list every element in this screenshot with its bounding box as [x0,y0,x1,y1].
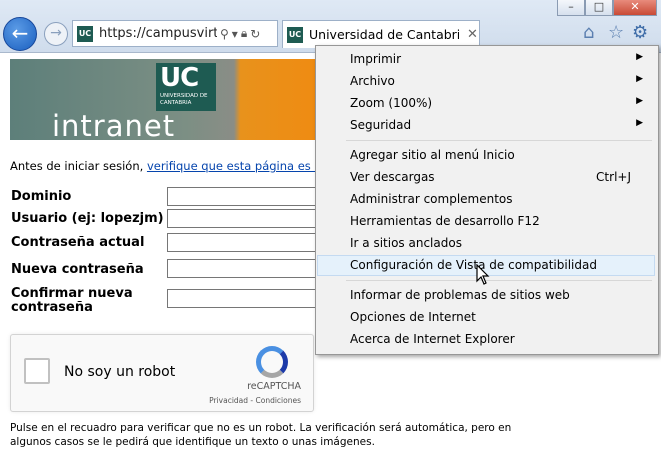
domain-label: Dominio [11,189,72,204]
browser-tab[interactable]: UC Universidad de Cantabria - ... ✕ [282,20,480,48]
menu-separator [346,280,652,281]
menu-item-informar-problemas[interactable]: Informar de problemas de sitios web [317,285,655,306]
forward-button[interactable]: → [44,22,68,46]
home-icon[interactable]: ⌂ [583,22,594,43]
menu-item-acerca-de[interactable]: Acerca de Internet Explorer [317,329,655,350]
gear-icon[interactable]: ⚙ [632,22,648,43]
new-password-label: Nueva contraseña [11,262,144,277]
domain-select[interactable] [167,187,317,206]
confirm-password-label: Confirmar nueva [11,286,133,301]
recaptcha-brand: reCAPTCHA [247,381,301,392]
menu-item-imprimir[interactable]: Imprimir ▶ [317,49,655,70]
close-button[interactable]: ✕ [613,0,657,16]
refresh-icon[interactable]: ↻ [250,27,260,41]
recaptcha-label: No soy un robot [64,364,176,380]
menu-item-ver-descargas[interactable]: Ver descargas Ctrl+J [317,167,655,188]
confirm-password-label-line2: contraseña [11,300,93,315]
menu-item-archivo[interactable]: Archivo ▶ [317,71,655,92]
recaptcha-note: Pulse en el recuadro para verificar que … [10,422,512,448]
banner-title: intranet [52,109,176,140]
verify-link[interactable]: verifique que esta página es la [147,159,325,173]
address-bar[interactable]: UC https://campusvirt... ⚲ ▾ 🔒︎ ↻ [72,20,278,47]
submenu-arrow-icon: ▶ [636,96,643,106]
menu-item-zoom[interactable]: Zoom (100%) ▶ [317,93,655,114]
confirm-password-input[interactable] [167,289,317,308]
dropdown-icon[interactable]: ▾ [232,27,238,41]
tools-menu: Imprimir ▶ Archivo ▶ Zoom (100%) ▶ Segur… [315,45,659,355]
menu-item-sitios-anclados[interactable]: Ir a sitios anclados [317,233,655,254]
intranet-banner: UC UNIVERSIDAD DE CANTABRIA intranet [10,59,330,140]
arrow-right-icon: → [50,25,62,41]
current-password-label: Contraseña actual [11,235,145,250]
submenu-arrow-icon: ▶ [636,74,643,84]
back-button[interactable]: ← [3,17,37,51]
menu-item-f12[interactable]: Herramientas de desarrollo F12 [317,211,655,232]
maximize-button[interactable]: □ [585,0,613,16]
recaptcha-links[interactable]: Privacidad - Condiciones [209,396,301,405]
address-url[interactable]: https://campusvirt... [99,26,217,41]
tab-close-icon[interactable]: ✕ [467,27,478,42]
window-controls: – □ ✕ [557,0,657,16]
menu-item-complementos[interactable]: Administrar complementos [317,189,655,210]
menu-item-agregar-sitio[interactable]: Agregar sitio al menú Inicio [317,145,655,166]
arrow-left-icon: ← [11,21,29,45]
current-password-input[interactable] [167,233,317,252]
user-input[interactable] [167,209,317,228]
tab-favicon: UC [287,26,303,43]
shortcut-text: Ctrl+J [596,170,631,184]
uc-logo: UC UNIVERSIDAD DE CANTABRIA [156,63,216,111]
tab-title: Universidad de Cantabria - ... [309,27,459,42]
lock-icon[interactable]: 🔒︎ [241,26,247,41]
recaptcha-logo-icon [256,346,288,378]
minimize-button[interactable]: – [557,0,585,16]
site-favicon: UC [77,25,93,42]
new-password-input[interactable] [167,259,317,278]
recaptcha-widget: No soy un robot reCAPTCHA Privacidad - C… [10,334,314,412]
submenu-arrow-icon: ▶ [636,118,643,128]
submenu-arrow-icon: ▶ [636,52,643,62]
search-icon[interactable]: ⚲ [220,27,229,41]
menu-item-opciones-internet[interactable]: Opciones de Internet [317,307,655,328]
menu-item-seguridad[interactable]: Seguridad ▶ [317,115,655,136]
recaptcha-checkbox[interactable] [24,358,50,384]
user-label: Usuario (ej: lopezjm) [11,211,164,226]
menu-separator [346,140,652,141]
intro-text: Antes de iniciar sesión, verifique que e… [10,159,325,173]
favorites-star-icon[interactable]: ☆ [608,22,624,43]
mouse-cursor-icon [476,264,490,285]
